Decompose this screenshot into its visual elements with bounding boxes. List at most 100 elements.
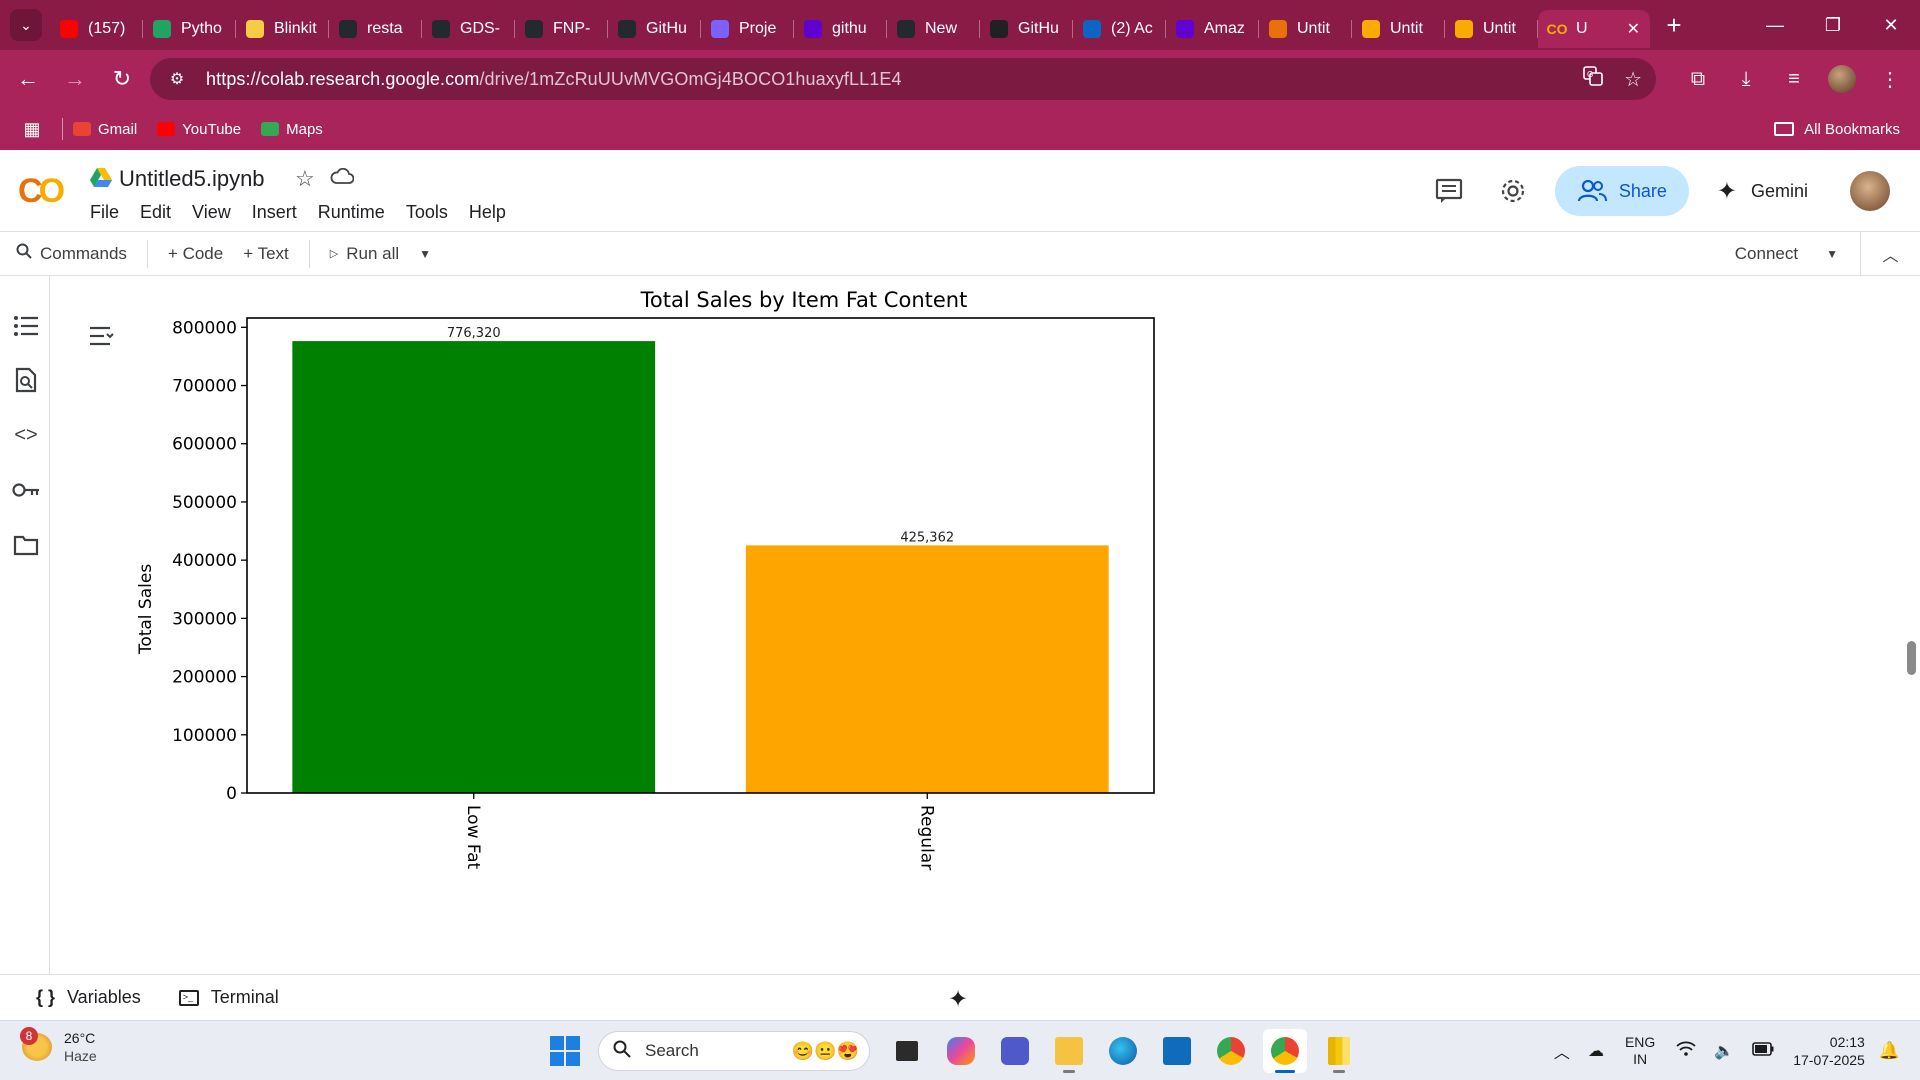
power-bi-icon[interactable] xyxy=(1317,1029,1361,1073)
browser-tab[interactable]: FNP- xyxy=(515,10,608,48)
volume-icon[interactable]: 🔈 xyxy=(1714,1041,1734,1061)
vertical-scrollbar[interactable] xyxy=(1907,641,1916,675)
clock-date: 17-07-2025 xyxy=(1793,1052,1865,1068)
add-code-button[interactable]: + Code xyxy=(158,244,233,264)
gemini-button[interactable]: ✦ Gemini xyxy=(1717,177,1808,206)
bookmark-maps[interactable]: Maps xyxy=(261,121,323,138)
cloud-saved-icon[interactable] xyxy=(330,168,354,184)
browser-tab[interactable]: GitHu xyxy=(980,10,1073,48)
system-clock[interactable]: 02:13 17-07-2025 xyxy=(1793,1033,1865,1069)
menu-edit[interactable]: Edit xyxy=(140,202,171,223)
browser-menu-icon[interactable]: ⋮ xyxy=(1870,59,1910,99)
variables-button[interactable]: { } Variables xyxy=(36,987,141,1008)
minimize-icon[interactable]: — xyxy=(1746,0,1804,50)
battery-icon[interactable] xyxy=(1752,1041,1774,1061)
collapse-header-button[interactable]: ︿ xyxy=(1860,232,1920,276)
colab-logo[interactable]: CO xyxy=(18,172,65,211)
download-icon[interactable]: ⤓ xyxy=(1726,59,1766,99)
wifi-icon[interactable] xyxy=(1676,1041,1696,1062)
extensions-icon[interactable]: ⧉ xyxy=(1678,59,1718,99)
taskbar-search[interactable]: Search 😊😐😍 xyxy=(598,1031,870,1071)
menu-runtime[interactable]: Runtime xyxy=(318,202,385,223)
menu-view[interactable]: View xyxy=(192,202,231,223)
star-icon[interactable]: ☆ xyxy=(295,166,315,192)
notification-bell-icon[interactable]: 🔔 xyxy=(1879,1041,1900,1061)
edge-icon[interactable] xyxy=(1101,1029,1145,1073)
run-options-dropdown[interactable]: ▼ xyxy=(409,247,441,261)
browser-tab[interactable]: resta xyxy=(329,10,422,48)
bookmark-gmail[interactable]: Gmail xyxy=(73,121,137,138)
chevron-up-icon[interactable]: ︿ xyxy=(1554,1039,1570,1063)
browser-tab[interactable]: GitHu xyxy=(608,10,701,48)
add-text-button[interactable]: + Text xyxy=(233,244,299,264)
bookmark-star-icon[interactable]: ☆ xyxy=(1624,67,1642,92)
browser-tab[interactable]: Untit xyxy=(1259,10,1352,48)
browser-tab[interactable]: githu xyxy=(794,10,887,48)
find-replace-icon[interactable] xyxy=(12,366,40,394)
all-bookmarks-button[interactable]: All Bookmarks xyxy=(1774,121,1900,138)
apps-grid-icon[interactable]: ▦ xyxy=(12,119,52,140)
tab-search-button[interactable]: ⌄ xyxy=(10,9,42,41)
share-button[interactable]: Share xyxy=(1554,166,1689,216)
restore-icon[interactable]: ❐ xyxy=(1804,0,1862,50)
language-indicator[interactable]: ENG IN xyxy=(1625,1034,1655,1068)
weather-widget[interactable]: 8 26°C Haze xyxy=(20,1027,97,1065)
browser-tab[interactable]: (2) Ac xyxy=(1073,10,1166,48)
forward-icon[interactable]: → xyxy=(55,59,95,99)
new-tab-button[interactable]: + xyxy=(1656,7,1692,43)
close-tab-icon[interactable]: ✕ xyxy=(1627,19,1640,39)
commands-label: Commands xyxy=(40,243,127,263)
gemini-label: Gemini xyxy=(1750,180,1808,201)
commands-button[interactable]: Commands xyxy=(0,243,137,264)
browser-tab[interactable]: Blinkit xyxy=(236,10,329,48)
copilot-icon[interactable] xyxy=(939,1029,983,1073)
chevron-down-icon[interactable]: ▼ xyxy=(1826,247,1838,261)
connect-button[interactable]: Connect ▼ xyxy=(1735,244,1838,264)
microsoft-store-icon[interactable] xyxy=(1155,1029,1199,1073)
code-snippets-icon[interactable]: <> xyxy=(12,421,40,449)
menu-tools[interactable]: Tools xyxy=(406,202,448,223)
files-folder-icon[interactable] xyxy=(12,531,40,559)
chrome-icon[interactable] xyxy=(1209,1029,1253,1073)
browser-tab[interactable]: Untit xyxy=(1352,10,1445,48)
site-info-icon[interactable]: ⚙ xyxy=(160,69,194,89)
browser-tab[interactable]: Untit xyxy=(1445,10,1538,48)
teams-icon[interactable] xyxy=(993,1029,1037,1073)
media-control-icon[interactable]: ≡ xyxy=(1774,59,1814,99)
browser-tab[interactable]: New xyxy=(887,10,980,48)
comment-icon[interactable] xyxy=(1427,169,1471,213)
settings-gear-icon[interactable] xyxy=(1491,169,1535,213)
chrome-profile-icon[interactable] xyxy=(1263,1029,1307,1073)
gemini-sparkle-icon[interactable]: ✦ xyxy=(948,985,968,1014)
search-placeholder: Search xyxy=(645,1041,699,1060)
user-avatar[interactable] xyxy=(1850,171,1890,211)
close-window-icon[interactable]: ✕ xyxy=(1862,0,1920,50)
browser-tab[interactable]: (157) xyxy=(50,10,143,48)
back-icon[interactable]: ← xyxy=(8,59,48,99)
onedrive-icon[interactable]: ☁ xyxy=(1588,1041,1604,1061)
translate-icon[interactable]: G xyxy=(1582,65,1604,93)
tab-active[interactable]: CO U ✕ xyxy=(1538,10,1650,48)
browser-tab[interactable]: Pytho xyxy=(143,10,236,48)
task-view-icon[interactable] xyxy=(885,1029,929,1073)
chart-title: Total Sales by Item Fat Content xyxy=(640,288,968,312)
browser-tab[interactable]: Amaz xyxy=(1166,10,1259,48)
bookmark-youtube[interactable]: YouTube xyxy=(157,121,241,138)
menu-help[interactable]: Help xyxy=(469,202,506,223)
google-drive-icon[interactable] xyxy=(90,168,112,188)
file-explorer-icon[interactable] xyxy=(1047,1029,1091,1073)
secrets-key-icon[interactable] xyxy=(12,476,40,504)
address-bar[interactable]: ⚙ https://colab.research.google.com/driv… xyxy=(150,58,1656,100)
menu-insert[interactable]: Insert xyxy=(252,202,297,223)
windows-start-icon[interactable] xyxy=(550,1036,580,1066)
browser-tab[interactable]: GDS- xyxy=(422,10,515,48)
reload-icon[interactable]: ↻ xyxy=(102,59,142,99)
run-all-button[interactable]: ▷ Run all xyxy=(320,244,409,264)
notebook-title[interactable]: Untitled5.ipynb xyxy=(119,166,265,192)
table-of-contents-icon[interactable] xyxy=(12,312,40,340)
y-tick-label: 500000 xyxy=(172,493,237,513)
browser-tab[interactable]: Proje xyxy=(701,10,794,48)
terminal-button[interactable]: >_ Terminal xyxy=(178,987,279,1008)
profile-avatar[interactable] xyxy=(1822,59,1862,99)
menu-file[interactable]: File xyxy=(90,202,119,223)
